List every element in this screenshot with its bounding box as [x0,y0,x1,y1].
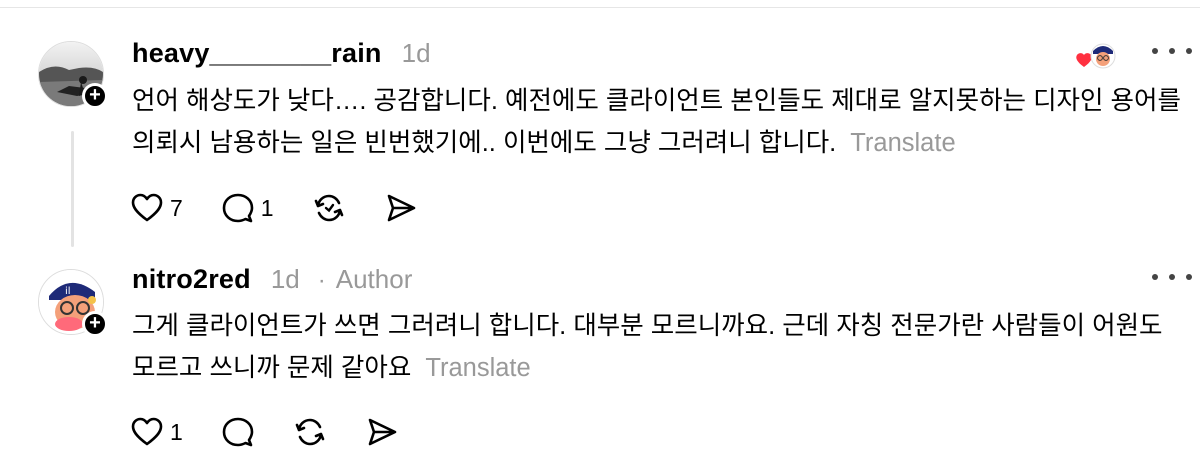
username[interactable]: nitro2red [132,264,251,295]
like-button[interactable]: 7 [130,191,183,225]
more-options-icon[interactable] [1152,48,1192,60]
reactors-icon[interactable] [1074,41,1120,71]
repost-button[interactable] [293,415,327,449]
reply-count: 1 [260,194,274,221]
like-button[interactable]: 1 [130,415,183,449]
comment-header: heavy________rain 1d [132,38,431,70]
action-bar: 1 [130,412,437,452]
follow-plus-icon[interactable]: + [82,83,108,109]
avatar-heavy-rain[interactable]: + [38,41,108,111]
send-icon [368,418,397,446]
share-button[interactable] [384,191,418,225]
timestamp[interactable]: 1d [402,38,431,69]
reply-button[interactable]: 1 [221,191,274,225]
action-bar: 7 1 [130,188,456,228]
repost-button[interactable] [312,191,346,225]
like-count: 7 [170,194,183,221]
top-divider [0,7,1200,8]
comment-body: 그게 클라이언트가 쓰면 그러려니 합니다. 대부분 모르니까요. 근데 자칭 … [132,312,1163,382]
translate-link[interactable]: Translate [850,129,955,157]
speech-bubble-icon [222,193,254,223]
author-badge: Author [335,264,413,294]
username[interactable]: heavy________rain [132,38,382,69]
reply-button[interactable] [221,415,255,449]
heart-icon [131,193,163,222]
repost-icon [314,194,343,222]
like-count: 1 [170,418,183,445]
repost-icon [295,418,325,446]
follow-plus-icon[interactable]: + [82,311,108,337]
comment-text: 그게 클라이언트가 쓰면 그러려니 합니다. 대부분 모르니까요. 근데 자칭 … [132,305,1182,389]
thread-line [71,131,74,247]
timestamp[interactable]: 1d [271,264,300,295]
more-options-icon[interactable] [1152,274,1192,286]
speech-bubble-icon [222,417,254,447]
avatar-nitro2red[interactable]: il + [38,269,108,339]
translate-link[interactable]: Translate [425,354,530,382]
comment-body: 언어 해상도가 낮다…. 공감합니다. 예전에도 클라이언트 본인들도 제대로 … [132,87,1181,157]
svg-text:il: il [65,286,71,297]
share-button[interactable] [365,415,399,449]
separator-dot: · [317,267,326,294]
comment-header: nitro2red 1d · Author [132,264,412,296]
send-icon [387,194,415,222]
heart-icon [131,417,163,446]
comment-text: 언어 해상도가 낮다…. 공감합니다. 예전에도 클라이언트 본인들도 제대로 … [132,80,1182,164]
